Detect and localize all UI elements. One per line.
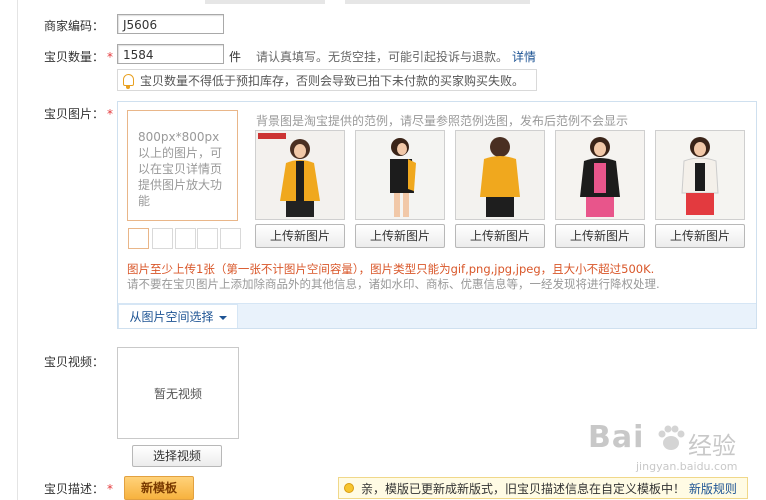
quantity-input[interactable]: 1584 [117,44,224,64]
example-note: 背景图是淘宝提供的范例，请尽量参照范例选图，发布后范例不会显示 [256,114,629,128]
bell-icon [123,74,134,89]
image-rule-grey: 请不要在宝贝图片上添加除商品外的其他信息，诸如水印、商标、优惠信息等，一经发现将… [127,277,660,291]
upload-image-button[interactable]: 上传新图片 [455,224,545,248]
watermark-brand2: 经验 [688,432,736,460]
description-label-text: 宝贝描述： [44,482,105,496]
select-from-image-space-label: 从图片空间选择 [129,310,214,324]
image-thumb-slot[interactable] [197,228,218,249]
description-label: 宝贝描述： * [44,480,113,497]
quantity-hint: 请认真填写。无货空挂，可能引起投诉与退款。 [256,50,509,64]
image-rule-red: 图片至少上传1张（第一张不计图片空间容量），图片类型只能为gif,png,jpg… [127,262,655,276]
lightbulb-icon [344,483,354,493]
required-star: * [107,482,114,496]
template-notice-text: 亲，模版已更新成新版式，旧宝贝描述信息在自定义模板中！ [361,482,686,496]
example-photo-2 [355,130,445,220]
new-rules-link[interactable]: 新版规则 [689,482,737,496]
images-label-text: 宝贝图片： [44,107,105,121]
quantity-warning: 宝贝数量不得低于预扣库存，否则会导致已拍下未付款的买家购买失败。 [117,69,537,91]
images-label: 宝贝图片： * [44,105,113,122]
quantity-details-link[interactable]: 详情 [512,48,536,65]
image-thumb-slot[interactable] [220,228,241,249]
paw-icon [656,424,686,457]
quantity-label-text: 宝贝数量： [44,50,105,64]
example-photo-5 [655,130,745,220]
model-black-jacket-image [556,131,644,219]
example-photo-1 [255,130,345,220]
no-video-text: 暂无视频 [153,387,202,401]
quantity-warning-text: 宝贝数量不得低于预扣库存，否则会导致已拍下未付款的买家购买失败。 [140,74,525,88]
top-edge-fragment [345,0,530,4]
required-star: * [107,107,114,121]
select-from-image-space-tab[interactable]: 从图片空间选择 [118,304,238,328]
quantity-label: 宝贝数量： * [44,48,113,65]
merchant-code-label: 商家编码： [44,19,105,33]
required-star: * [107,50,114,64]
image-thumb-slot[interactable] [128,228,149,249]
video-label: 宝贝视频： [44,355,105,369]
top-edge-fragment [205,0,325,4]
model-back-view-image [456,131,544,219]
template-notice: 亲，模版已更新成新版式，旧宝贝描述信息在自定义模板中！ 新版规则 [338,477,748,499]
video-preview: 暂无视频 [117,347,239,439]
upload-image-button[interactable]: 上传新图片 [655,224,745,248]
example-photo-3 [455,130,545,220]
image-thumb-slot[interactable] [175,228,196,249]
example-photo-4 [555,130,645,220]
select-video-button[interactable]: 选择视频 [132,445,222,467]
watermark-brand: Bai [588,420,645,455]
caret-down-icon [218,315,227,320]
watermark-url: jingyan.baidu.com [636,460,738,473]
upload-image-button[interactable]: 上传新图片 [255,224,345,248]
main-image-hint: 800px*800px 以上的图片，可以在宝贝详情页提供图片放大功能 [138,130,223,208]
merchant-code-input[interactable]: J5606 [117,14,224,34]
left-divider [17,0,18,500]
model-side-view-image [356,131,444,219]
main-image-slot[interactable]: 800px*800px 以上的图片，可以在宝贝详情页提供图片放大功能 [127,110,238,221]
image-thumb-slot[interactable] [152,228,173,249]
new-template-button[interactable]: 新模板 [124,476,194,500]
upload-image-button[interactable]: 上传新图片 [555,224,645,248]
model-white-jacket-image [656,131,744,219]
upload-image-button[interactable]: 上传新图片 [355,224,445,248]
model-yellow-jacket-image [256,131,344,219]
quantity-unit: 件 [229,50,242,64]
